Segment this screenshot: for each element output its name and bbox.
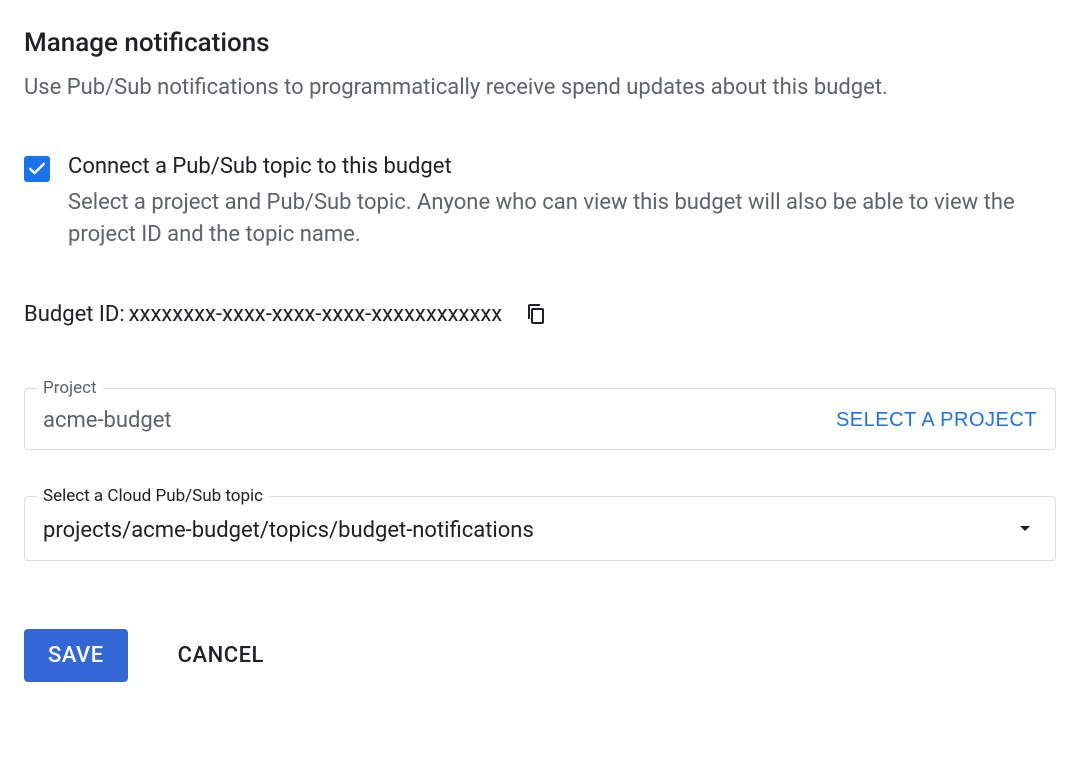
- chevron-down-icon: [1013, 516, 1037, 540]
- check-icon: [27, 159, 47, 179]
- project-field: Project acme-budget SELECT A PROJECT: [24, 378, 1056, 450]
- budget-id-label: Budget ID:: [24, 302, 125, 327]
- pubsub-checkbox-row: Connect a Pub/Sub topic to this budget S…: [24, 152, 1056, 251]
- section-description: Use Pub/Sub notifications to programmati…: [24, 72, 1056, 104]
- pubsub-checkbox-description: Select a project and Pub/Sub topic. Anyo…: [68, 187, 1056, 251]
- budget-id-text: Budget ID: xxxxxxxx-xxxx-xxxx-xxxx-xxxxx…: [24, 302, 502, 327]
- action-buttons: SAVE CANCEL: [24, 629, 1056, 682]
- topic-field[interactable]: Select a Cloud Pub/Sub topic projects/ac…: [24, 486, 1056, 561]
- save-button[interactable]: SAVE: [24, 629, 128, 682]
- pubsub-checkbox-content: Connect a Pub/Sub topic to this budget S…: [68, 152, 1056, 251]
- budget-id-value: xxxxxxxx-xxxx-xxxx-xxxx-xxxxxxxxxxxx: [129, 302, 503, 327]
- project-field-value: acme-budget: [43, 408, 172, 433]
- section-title: Manage notifications: [24, 28, 1056, 58]
- cancel-button[interactable]: CANCEL: [178, 643, 264, 668]
- budget-id-row: Budget ID: xxxxxxxx-xxxx-xxxx-xxxx-xxxxx…: [24, 298, 1056, 330]
- topic-field-value: projects/acme-budget/topics/budget-notif…: [43, 518, 534, 543]
- pubsub-checkbox-label: Connect a Pub/Sub topic to this budget: [68, 152, 1056, 183]
- copy-button[interactable]: [520, 298, 552, 330]
- topic-dropdown-arrow[interactable]: [1013, 516, 1037, 544]
- select-project-button[interactable]: SELECT A PROJECT: [836, 409, 1037, 432]
- copy-icon: [524, 302, 548, 326]
- project-field-label: Project: [37, 378, 103, 398]
- topic-field-label: Select a Cloud Pub/Sub topic: [37, 486, 269, 506]
- pubsub-checkbox[interactable]: [24, 156, 50, 182]
